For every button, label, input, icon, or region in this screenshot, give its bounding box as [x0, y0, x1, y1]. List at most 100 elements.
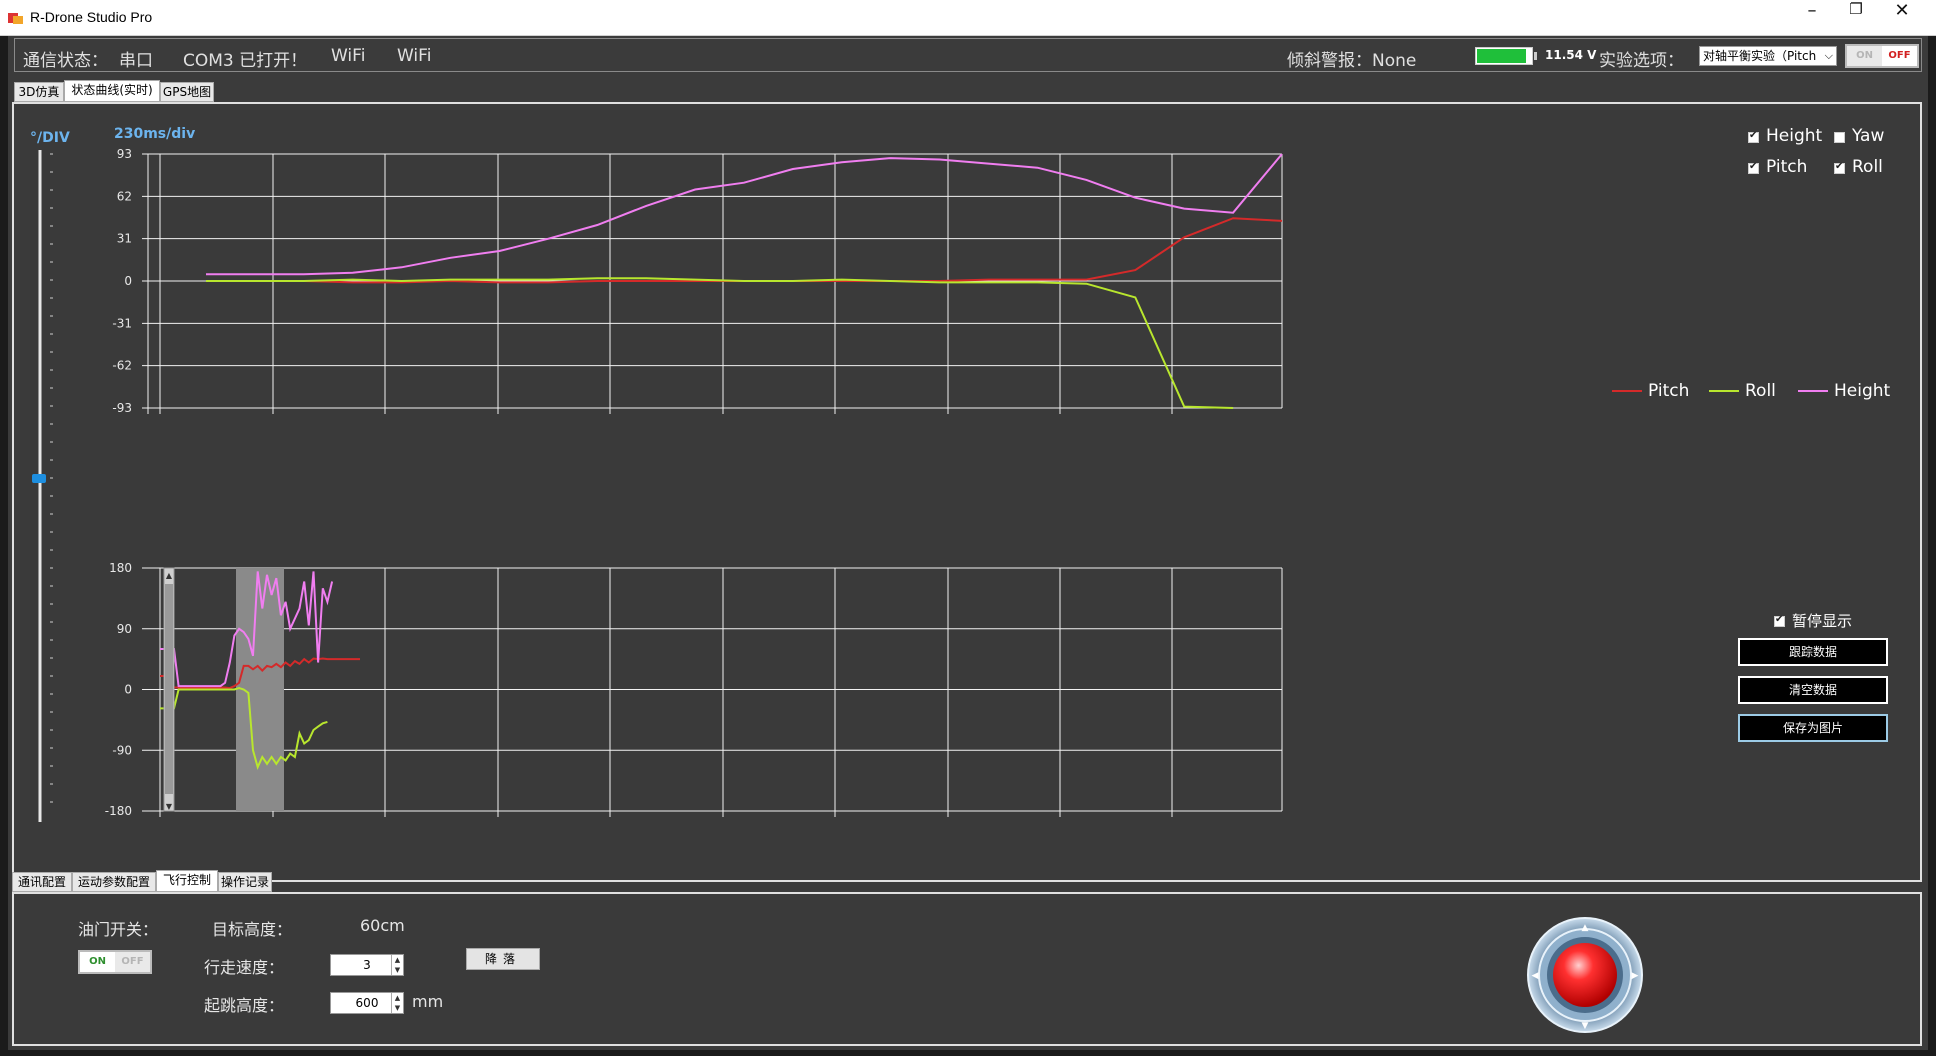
svg-text:▲: ▲: [166, 571, 173, 580]
legend-roll: Roll: [1745, 381, 1776, 401]
height-checkbox-label: Height: [1766, 126, 1823, 146]
toggle-on-label: ON: [1847, 46, 1882, 66]
pause-label: 暂停显示: [1792, 612, 1853, 630]
tab-gps-map[interactable]: GPS地图: [160, 82, 214, 102]
legend-height: Height: [1834, 381, 1891, 401]
track-data-button[interactable]: 跟踪数据: [1738, 638, 1888, 666]
yaw-checkbox-label: Yaw: [1852, 126, 1885, 146]
battery-fill: [1477, 49, 1526, 63]
land-button[interactable]: 降落: [466, 948, 540, 970]
voltage-readout: 11.54 V: [1545, 48, 1597, 62]
tab-operation-log[interactable]: 操作记录: [218, 872, 272, 892]
com-status: COM3 已打开！: [183, 51, 308, 71]
save-image-button[interactable]: 保存为图片: [1738, 714, 1888, 742]
flight-control-panel: 油门开关： ON OFF 目标高度： 60cm 降落 行走速度： 3 ▲ ▼ 起跳…: [12, 892, 1922, 1046]
arrow-down-icon: ▼: [1582, 1021, 1589, 1031]
battery-tip: [1534, 52, 1537, 60]
bottom-tab-bar: 通讯配置 运动参数配置 飞行控制 操作记录: [12, 870, 412, 892]
slider-thumb[interactable]: [32, 474, 46, 483]
target-height-value: 60cm: [360, 916, 405, 935]
close-button[interactable]: ✕: [1880, 0, 1924, 36]
serial-link[interactable]: 串口: [119, 46, 153, 71]
takeoff-height-stepper[interactable]: 600 ▲ ▼: [330, 992, 404, 1014]
y-tick-label: -31: [112, 316, 132, 330]
y-tick-label: 0: [124, 683, 132, 697]
throttle-label: 油门开关：: [78, 920, 159, 939]
toggle-off-label: OFF: [1882, 46, 1917, 66]
takeoff-stepper-arrows[interactable]: ▲ ▼: [391, 993, 403, 1013]
target-height-label: 目标高度：: [212, 920, 293, 939]
experiment-label: 实验选项：: [1599, 51, 1684, 71]
series-line-pitch: [206, 217, 1283, 284]
y-tick-label: 93: [117, 147, 132, 161]
takeoff-height-value: 600: [355, 996, 379, 1010]
yaw-checkbox[interactable]: [1834, 132, 1845, 143]
battery-indicator: [1475, 47, 1533, 65]
roll-checkbox[interactable]: [1834, 161, 1845, 174]
app-icon: [8, 13, 23, 24]
speed-stepper[interactable]: 3 ▲ ▼: [330, 954, 404, 976]
tab-3d-sim[interactable]: 3D仿真: [14, 82, 64, 102]
application-window: R-Drone Studio Pro – ❐ ✕ 通信状态： 串口 COM3 已…: [0, 0, 1936, 1056]
experiment-select-value: 对轴平衡实验（Pitch: [1703, 49, 1817, 63]
window-title: R-Drone Studio Pro: [30, 9, 153, 25]
minimize-button[interactable]: –: [1790, 0, 1834, 36]
throttle-off-label: OFF: [115, 952, 150, 972]
chart-canvas: 93 62 31 0 -31 -62 -93 180 90 0 -90 -180 ▲ ▼: [32, 147, 1828, 822]
y-tick-label: 62: [117, 189, 132, 203]
tab-flight-control[interactable]: 飞行控制: [156, 870, 218, 892]
main-frame: 通信状态： 串口 COM3 已打开！ WiFi WiFi 倾斜警报：None 1…: [8, 36, 1928, 1050]
y-tick-label: 180: [109, 561, 132, 575]
arrow-left-icon: ◀: [1532, 971, 1539, 981]
arrow-up-icon: ▲: [1582, 923, 1589, 933]
speed-value: 3: [363, 958, 371, 972]
y-tick-label: -90: [112, 743, 132, 757]
arrow-right-icon: ▶: [1632, 971, 1639, 981]
chevron-down-icon: ⌵: [1824, 49, 1833, 62]
realtime-chart: 93 62 31 0 -31 -62 -93: [112, 147, 1283, 415]
joystick-knob[interactable]: [1553, 943, 1617, 1007]
title-bar: R-Drone Studio Pro – ❐ ✕: [0, 0, 1936, 36]
pitch-checkbox[interactable]: [1748, 161, 1759, 174]
joystick-control[interactable]: ▲ ▼ ◀ ▶: [1526, 916, 1644, 1034]
y-tick-label: -62: [112, 359, 132, 373]
wifi-link-2[interactable]: WiFi: [397, 46, 431, 66]
throttle-toggle[interactable]: ON OFF: [78, 950, 152, 974]
tab-motion-params[interactable]: 运动参数配置: [72, 872, 156, 892]
svg-text:▼: ▼: [166, 802, 173, 811]
y-tick-label: 31: [117, 232, 132, 246]
clear-data-button[interactable]: 清空数据: [1738, 676, 1888, 704]
wifi-link-1[interactable]: WiFi: [331, 46, 365, 66]
comm-status-label: 通信状态：: [23, 51, 108, 71]
unit-label: °/DIV: [30, 130, 70, 146]
chart-panel: 93 62 31 0 -31 -62 -93 180 90 0 -90 -180 ▲ ▼ °/DIV…: [12, 102, 1922, 882]
top-tab-bar: 3D仿真 状态曲线(实时) GPS地图: [12, 80, 412, 102]
pause-checkbox[interactable]: [1774, 614, 1785, 627]
history-chart: 180 90 0 -90 -180: [105, 561, 1283, 818]
legend-pitch: Pitch: [1648, 381, 1690, 401]
experiment-select[interactable]: 对轴平衡实验（Pitch ⌵: [1699, 46, 1837, 66]
speed-label: 行走速度：: [204, 958, 285, 977]
experiment-toggle[interactable]: ON OFF: [1845, 44, 1919, 68]
restore-button[interactable]: ❐: [1834, 0, 1878, 36]
throttle-on-label: ON: [80, 952, 115, 972]
tab-status-curve[interactable]: 状态曲线(实时): [64, 80, 160, 102]
tab-comm-config[interactable]: 通讯配置: [12, 872, 72, 892]
roll-checkbox-label: Roll: [1852, 157, 1883, 177]
y-tick-label: -180: [105, 804, 132, 818]
scale-slider[interactable]: [32, 150, 53, 822]
tilt-alarm: 倾斜警报：None: [1287, 51, 1417, 71]
speed-stepper-arrows[interactable]: ▲ ▼: [391, 955, 403, 975]
y-tick-label: -93: [112, 401, 132, 415]
series-line-height: [206, 153, 1283, 276]
pitch-checkbox-label: Pitch: [1766, 157, 1808, 177]
height-checkbox[interactable]: [1748, 130, 1759, 143]
takeoff-height-label: 起跳高度：: [204, 996, 285, 1015]
status-bar: 通信状态： 串口 COM3 已打开！ WiFi WiFi 倾斜警报：None 1…: [14, 38, 1922, 72]
history-scrollbar[interactable]: ▲ ▼: [163, 567, 175, 812]
takeoff-height-unit: mm: [412, 992, 444, 1011]
time-div-label: 230ms/div: [114, 126, 196, 142]
series-line-roll: [206, 277, 1234, 409]
y-tick-label: 0: [124, 274, 132, 288]
y-tick-label: 90: [117, 622, 132, 636]
